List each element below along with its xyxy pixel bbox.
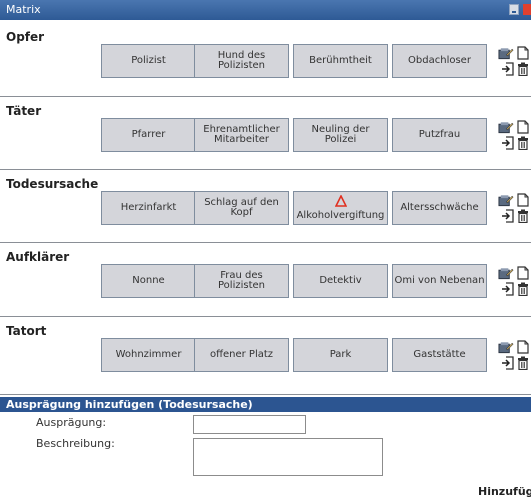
matrix-cell[interactable]: Detektiv (293, 264, 388, 298)
matrix-cell-label: Polizist (131, 55, 166, 66)
matrix-cell[interactable]: Nonne (101, 264, 196, 298)
document-icon[interactable] (517, 120, 529, 134)
matrix-cell[interactable]: Altersschwäche (392, 191, 487, 225)
import-arrow-icon[interactable] (501, 282, 514, 296)
matrix-row-taeter: Täter Pfarrer Ehrenamtlicher Mitarbeiter Ne… (0, 100, 531, 170)
import-arrow-icon[interactable] (501, 136, 514, 150)
trash-icon[interactable] (517, 356, 529, 370)
trash-icon[interactable] (517, 136, 529, 150)
document-icon[interactable] (517, 193, 529, 207)
row-divider (0, 96, 531, 97)
matrix-cell-label: Gaststätte (413, 349, 466, 360)
matrix-cell-label: Detektiv (319, 275, 362, 286)
import-arrow-icon[interactable] (501, 356, 514, 370)
matrix-cell[interactable]: Hund des Polizisten (194, 44, 289, 78)
matrix-cell[interactable]: Pfarrer (101, 118, 196, 152)
beschreibung-textarea[interactable] (193, 438, 383, 476)
edit-icon[interactable] (498, 340, 514, 354)
matrix-row-tatort: Tatort Wohnzimmer offener Platz Park Gaststä… (0, 320, 531, 390)
matrix-cell[interactable]: Polizist (101, 44, 196, 78)
matrix-cell[interactable]: Schlag auf den Kopf (194, 191, 289, 225)
matrix-cell-label: Berühmtheit (309, 55, 372, 66)
matrix-cell[interactable]: Ehrenamtlicher Mitarbeiter (194, 118, 289, 152)
matrix-cell[interactable]: Frau des Polizisten (194, 264, 289, 298)
matrix-cell[interactable]: Omi von Nebenan (392, 264, 487, 298)
row-divider (0, 169, 531, 170)
matrix-cell-label: Nonne (132, 275, 165, 286)
matrix-cell[interactable]: Park (293, 338, 388, 372)
matrix-cell-label: Altersschwäche (400, 202, 479, 213)
window-titlebar: Matrix (0, 0, 531, 20)
import-arrow-icon[interactable] (501, 209, 514, 223)
matrix-cell-label: Schlag auf den Kopf (204, 197, 279, 218)
matrix-cell[interactable]: Neuling der Polizei (293, 118, 388, 152)
edit-icon[interactable] (498, 46, 514, 60)
add-button[interactable]: Hinzufügen (478, 484, 531, 500)
row-title: Todesursache (6, 177, 99, 191)
trash-icon[interactable] (517, 209, 529, 223)
matrix-cell-label: Pfarrer (131, 129, 166, 140)
edit-icon[interactable] (498, 193, 514, 207)
warning-icon (334, 195, 347, 207)
matrix-cell-label: Ehrenamtlicher Mitarbeiter (203, 124, 280, 145)
auspraegung-label: Ausprägung: (36, 416, 107, 429)
row-title: Täter (6, 104, 42, 118)
row-divider (0, 242, 531, 243)
matrix-cell-label: Obdachloser (408, 55, 471, 66)
row-actions (498, 118, 531, 152)
form-header: Ausprägung hinzufügen (Todesursache) (0, 397, 531, 412)
row-actions (498, 264, 531, 298)
matrix-cell[interactable]: offener Platz (194, 338, 289, 372)
edit-icon[interactable] (498, 266, 514, 280)
import-arrow-icon[interactable] (501, 62, 514, 76)
matrix-cell[interactable]: Wohnzimmer (101, 338, 196, 372)
matrix-cell[interactable]: Gaststätte (392, 338, 487, 372)
matrix-cell[interactable]: Herzinfarkt (101, 191, 196, 225)
matrix-cell-label: Wohnzimmer (115, 349, 182, 360)
trash-icon[interactable] (517, 282, 529, 296)
matrix-cell-label: Neuling der Polizei (311, 124, 370, 145)
auspraegung-input[interactable] (193, 415, 306, 434)
matrix-cell-label: Herzinfarkt (120, 202, 177, 213)
document-icon[interactable] (517, 266, 529, 280)
document-icon[interactable] (517, 340, 529, 354)
trash-icon[interactable] (517, 62, 529, 76)
matrix-cell[interactable]: Putzfrau (392, 118, 487, 152)
document-icon[interactable] (517, 46, 529, 60)
matrix-cell-label: Frau des Polizisten (218, 270, 265, 291)
matrix-cell-label: Alkoholvergiftung (296, 210, 385, 221)
matrix-cell-label: Putzfrau (418, 129, 461, 140)
matrix-cell-label: Omi von Nebenan (394, 275, 485, 286)
matrix-cell[interactable]: Berühmtheit (293, 44, 388, 78)
matrix-cell[interactable]: Obdachloser (392, 44, 487, 78)
matrix-row-todesursache: Todesursache Herzinfarkt Schlag auf den Ko… (0, 173, 531, 243)
matrix-row-opfer: Opfer Polizist Hund des Polizisten Berühmth… (0, 26, 531, 96)
row-title: Tatort (6, 324, 47, 338)
window-title: Matrix (6, 3, 41, 16)
row-title: Aufklärer (6, 250, 70, 264)
beschreibung-label: Beschreibung: (36, 437, 115, 450)
matrix-cell-label: Hund des Polizisten (217, 50, 266, 71)
matrix-row-aufklaerer: Aufklärer Nonne Frau des Polizisten Detekti… (0, 246, 531, 316)
row-actions (498, 338, 531, 372)
edit-icon[interactable] (498, 120, 514, 134)
row-divider (0, 316, 531, 317)
row-divider (0, 394, 531, 395)
matrix-cell[interactable]: Alkoholvergiftung (293, 191, 388, 225)
row-title: Opfer (6, 30, 45, 44)
row-actions (498, 191, 531, 225)
row-actions (498, 44, 531, 78)
close-icon[interactable] (523, 4, 531, 15)
minimize-icon[interactable] (509, 4, 519, 15)
matrix-cell-label: offener Platz (209, 349, 274, 360)
matrix-cell-label: Park (329, 349, 352, 360)
